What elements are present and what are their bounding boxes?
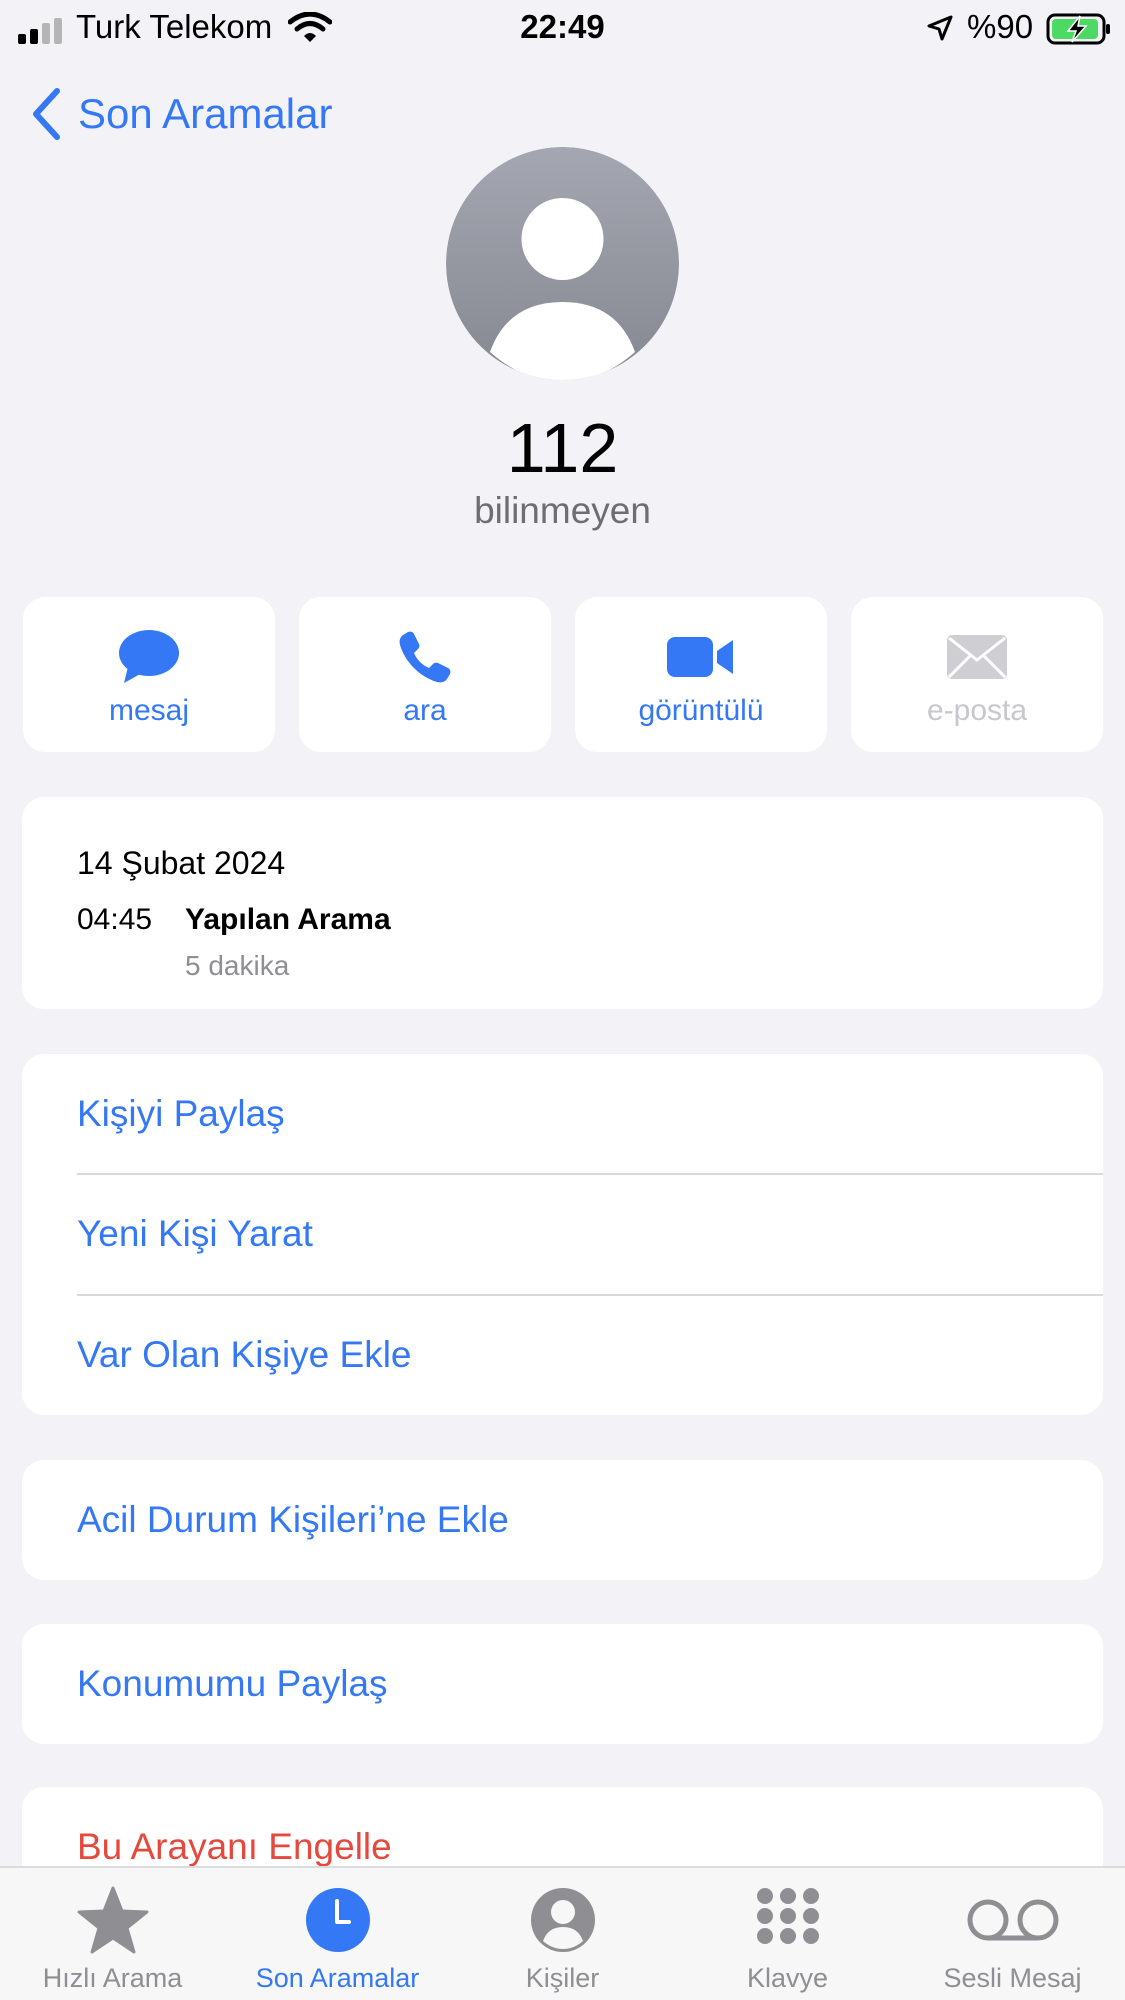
tab-recents-label: Son Aramalar <box>255 1963 420 1993</box>
tab-bar: Hızlı Arama Son Aramalar Kişiler Klavye … <box>0 1866 1125 2000</box>
create-new-contact-label: Yeni Kişi Yarat <box>77 1213 313 1254</box>
share-location-card: Konumumu Paylaş <box>22 1624 1103 1744</box>
voicemail-icon <box>967 1899 1058 1941</box>
call-duration: 5 dakika <box>185 950 290 981</box>
email-button[interactable]: e-posta <box>851 597 1103 752</box>
status-bar: Turk Telekom 22:49 %90 <box>0 0 1125 58</box>
contact-subtitle: bilinmeyen <box>474 490 651 531</box>
tab-voicemail[interactable]: Sesli Mesaj <box>900 1868 1125 2000</box>
quick-actions: mesaj ara görüntülü e-posta <box>23 597 1103 752</box>
email-label: e-posta <box>926 694 1028 727</box>
call-history-card: 14 Şubat 2024 04:45 Yapılan Arama 5 daki… <box>22 797 1103 1009</box>
message-bubble-icon <box>119 630 179 683</box>
person-placeholder-icon <box>446 147 679 380</box>
phone-icon <box>399 631 451 683</box>
video-call-button[interactable]: görüntülü <box>575 597 827 752</box>
person-circle-icon <box>530 1888 595 1952</box>
tab-keypad[interactable]: Klavye <box>675 1868 900 2000</box>
create-new-contact-button[interactable]: Yeni Kişi Yarat <box>77 1174 1103 1294</box>
clock-icon <box>305 1888 370 1952</box>
call-date: 14 Şubat 2024 <box>77 845 286 881</box>
tab-favorites[interactable]: Hızlı Arama <box>0 1868 225 2000</box>
block-caller-label: Bu Arayanı Engelle <box>77 1826 392 1867</box>
share-contact-button[interactable]: Kişiyi Paylaş <box>77 1054 1103 1174</box>
call-button[interactable]: ara <box>299 597 551 752</box>
video-camera-icon <box>667 637 733 677</box>
contact-name: 112 <box>506 409 619 487</box>
battery-charging-icon <box>1046 13 1110 45</box>
tab-voicemail-label: Sesli Mesaj <box>943 1963 1082 1993</box>
tab-contacts-label: Kişiler <box>525 1963 600 1993</box>
add-to-emergency-contacts-button[interactable]: Acil Durum Kişileri’ne Ekle <box>77 1460 1103 1580</box>
add-to-emergency-contacts-label: Acil Durum Kişileri’ne Ekle <box>77 1499 509 1540</box>
location-arrow-icon <box>927 15 953 41</box>
contact-options-card: Kişiyi Paylaş Yeni Kişi Yarat Var Olan K… <box>22 1054 1103 1415</box>
add-to-existing-contact-label: Var Olan Kişiye Ekle <box>77 1334 412 1375</box>
tab-contacts[interactable]: Kişiler <box>450 1868 675 2000</box>
message-label: mesaj <box>108 694 190 727</box>
clock-time: 22:49 <box>520 8 605 45</box>
chevron-left-icon <box>33 88 60 140</box>
call-type: Yapılan Arama <box>185 903 391 936</box>
message-button[interactable]: mesaj <box>23 597 275 752</box>
keypad-icon <box>756 1888 819 1944</box>
tab-keypad-label: Klavye <box>746 1963 829 1993</box>
envelope-icon <box>947 635 1007 679</box>
share-contact-label: Kişiyi Paylaş <box>77 1093 285 1134</box>
share-location-label: Konumumu Paylaş <box>77 1663 388 1704</box>
call-time: 04:45 <box>77 903 153 936</box>
add-to-existing-contact-button[interactable]: Var Olan Kişiye Ekle <box>77 1295 1103 1415</box>
back-button[interactable]: Son Aramalar <box>30 86 332 142</box>
tab-recents[interactable]: Son Aramalar <box>225 1868 450 2000</box>
star-icon <box>77 1886 148 1954</box>
call-label: ara <box>403 694 447 727</box>
video-call-label: görüntülü <box>638 694 764 727</box>
battery-percentage: %90 <box>967 8 1034 45</box>
back-label: Son Aramalar <box>78 90 333 137</box>
share-location-button[interactable]: Konumumu Paylaş <box>77 1624 1103 1744</box>
tab-favorites-label: Hızlı Arama <box>42 1963 183 1993</box>
emergency-contacts-card: Acil Durum Kişileri’ne Ekle <box>22 1460 1103 1580</box>
contact-avatar <box>446 147 679 380</box>
